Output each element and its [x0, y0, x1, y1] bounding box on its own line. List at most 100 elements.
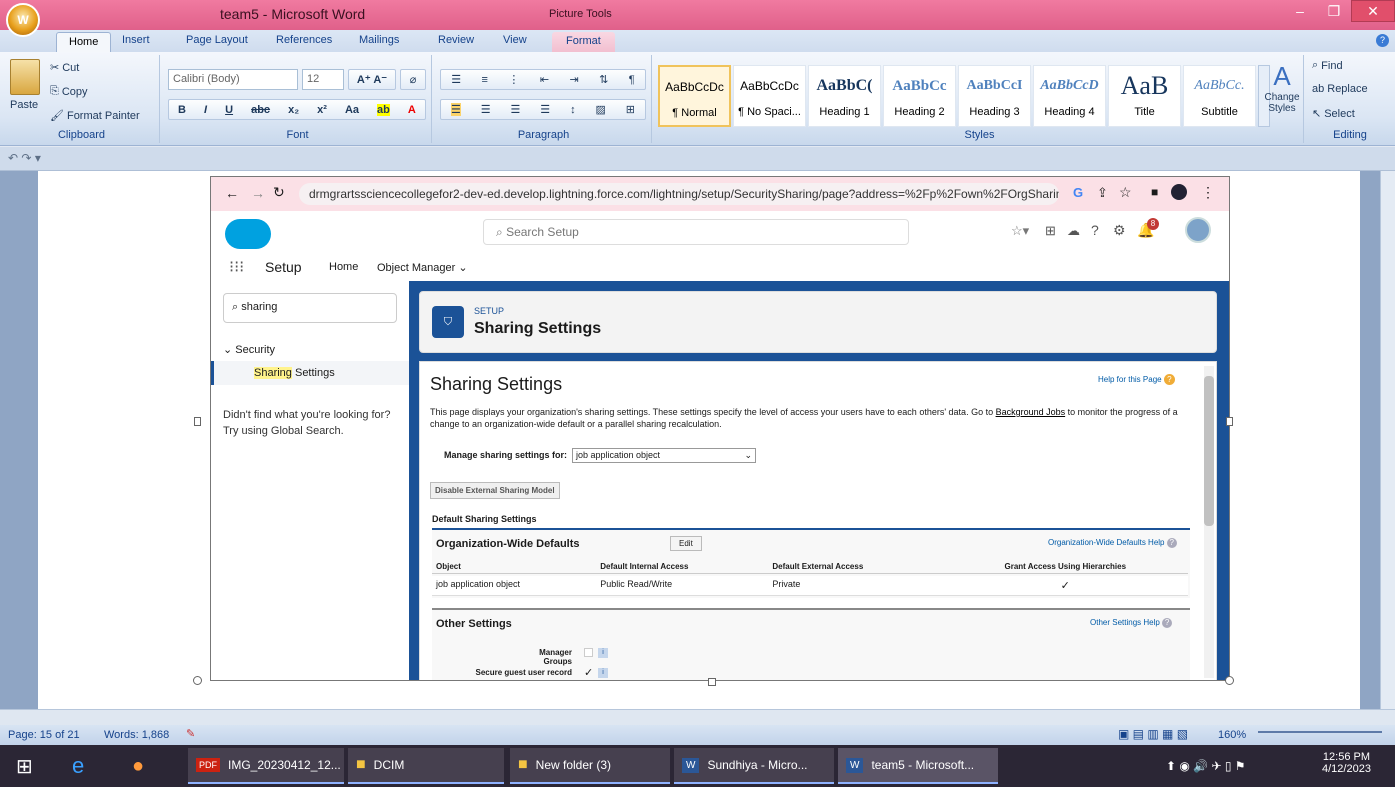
taskbar-item-new-folder[interactable]: ■ New folder (3)	[510, 748, 670, 784]
resize-handle[interactable]	[194, 417, 201, 426]
close-icon[interactable]: ✕	[1351, 0, 1395, 22]
redo-icon[interactable]: ↷	[21, 151, 31, 165]
avatar[interactable]	[1185, 217, 1211, 243]
font-format-toolbar[interactable]: B I Uabc x₂ x² Aa ab A	[168, 99, 426, 120]
strikethrough-icon[interactable]: abc	[251, 104, 270, 116]
align-right-icon[interactable]: ☰	[511, 103, 521, 116]
paste-button[interactable]: Paste	[10, 99, 38, 111]
grow-shrink-font-icon[interactable]: A⁺ A⁻	[348, 69, 396, 90]
style-heading-1[interactable]: AaBbC(Heading 1	[808, 65, 881, 127]
highlight-icon[interactable]: ab	[377, 103, 390, 116]
other-help-link[interactable]: Other Settings Help ?	[1090, 618, 1173, 628]
nav-object-manager[interactable]: Object Manager ⌄	[377, 261, 468, 274]
style-heading-4[interactable]: AaBbCcD Heading 4	[1033, 65, 1106, 127]
underline-icon[interactable]: U	[225, 104, 233, 116]
font-size-box[interactable]: 12	[302, 69, 344, 90]
help-question-icon[interactable]: ?	[1091, 222, 1099, 238]
tray-icons[interactable]: ⬆ ◉ 🔊 ✈ ▯ ⚑	[1158, 748, 1254, 784]
restore-icon[interactable]: ❐	[1317, 0, 1351, 22]
sort-icon[interactable]: ⇅	[599, 73, 608, 86]
multilevel-icon[interactable]: ⋮	[508, 73, 519, 86]
copy-button[interactable]: ⎘ Copy	[50, 85, 88, 98]
clear-format-icon[interactable]: ⌀	[400, 69, 426, 90]
add-icon[interactable]: ⊞	[1045, 223, 1056, 239]
italic-icon[interactable]: I	[204, 104, 207, 116]
change-case-icon[interactable]: Aa	[345, 104, 359, 116]
favorites-icon[interactable]: ☆▾	[1011, 223, 1029, 239]
proofing-icon[interactable]: ✎	[186, 727, 195, 740]
align-left-icon[interactable]: ☰	[450, 103, 461, 116]
pilcrow-icon[interactable]: ¶	[629, 74, 635, 86]
borders-icon[interactable]: ⊞	[626, 103, 635, 116]
clock[interactable]: 12:56 PM 4/12/2023	[1322, 751, 1371, 775]
setup-search-input[interactable]: ⌕ Search Setup	[483, 219, 909, 245]
content-scrollbar[interactable]	[1204, 366, 1214, 678]
style-normal[interactable]: AaBbCcDc ¶ Normal	[658, 65, 731, 127]
tab-review[interactable]: Review	[438, 34, 474, 46]
list-toolbar[interactable]: ☰ ≡ ⋮ ⇤ ⇥ ⇅ ¶	[440, 69, 646, 90]
owd-help-link[interactable]: Organization-Wide Defaults Help ?	[1048, 538, 1177, 548]
trailhead-icon[interactable]: ☁	[1067, 223, 1080, 239]
zoom-slider[interactable]	[1258, 731, 1382, 733]
style-no-spacing[interactable]: AaBbCcDc ¶ No Spaci...	[733, 65, 806, 127]
profile-icon[interactable]	[1171, 184, 1187, 200]
view-buttons[interactable]: ▣ ▤ ▥ ▦ ▧	[1118, 727, 1188, 741]
taskbar-item-team5[interactable]: Wteam5 - Microsoft...	[838, 748, 998, 784]
tree-security[interactable]: ⌄ Security	[223, 343, 275, 356]
justify-icon[interactable]: ☰	[540, 103, 550, 116]
forward-icon[interactable]: →	[251, 185, 265, 201]
resize-handle[interactable]	[1226, 417, 1233, 426]
salesforce-logo[interactable]	[225, 219, 271, 249]
undo-icon[interactable]: ↶	[8, 151, 18, 165]
menu-icon[interactable]: ⋮	[1201, 184, 1215, 201]
tab-format[interactable]: Format	[552, 32, 615, 52]
manager-groups-checkbox[interactable]	[584, 648, 593, 657]
reload-icon[interactable]: ↻	[273, 184, 285, 201]
indent-icon[interactable]: ⇤	[540, 73, 549, 86]
back-icon[interactable]: ←	[225, 185, 239, 201]
quick-find-input[interactable]: ⌕ sharing	[223, 293, 397, 323]
superscript-icon[interactable]: x²	[317, 104, 327, 116]
address-bar[interactable]: drmgrartssciencecollegefor2-dev-ed.devel…	[299, 183, 1059, 205]
edit-button[interactable]: Edit	[670, 536, 702, 551]
subscript-icon[interactable]: x₂	[288, 104, 299, 116]
embedded-screenshot[interactable]: ← → ↻ drmgrartssciencecollegefor2-dev-ed…	[210, 176, 1230, 681]
tab-view[interactable]: View	[503, 34, 527, 46]
ie-icon[interactable]: e	[64, 748, 92, 784]
word-count[interactable]: Words: 1,868	[104, 729, 169, 741]
bullets-icon[interactable]: ☰	[451, 73, 461, 86]
font-name-box[interactable]: Calibri (Body)	[168, 69, 298, 90]
background-jobs-link[interactable]: Background Jobs	[996, 407, 1066, 417]
share-icon[interactable]: ⇪	[1097, 185, 1108, 201]
bookmark-star-icon[interactable]: ☆	[1119, 184, 1132, 201]
firefox-icon[interactable]: ●	[124, 748, 152, 784]
paste-icon[interactable]	[10, 59, 40, 95]
find-button[interactable]: ⌕ Find	[1312, 59, 1343, 72]
taskbar-item-dcim[interactable]: ■ DCIM	[348, 748, 504, 784]
resize-handle[interactable]	[708, 678, 716, 686]
disable-external-sharing-button[interactable]: Disable External Sharing Model	[430, 482, 560, 499]
gear-icon[interactable]: ⚙	[1113, 222, 1126, 239]
shading-icon[interactable]: ▨	[595, 103, 605, 116]
tab-insert[interactable]: Insert	[122, 34, 150, 46]
tab-mailings[interactable]: Mailings	[359, 34, 399, 46]
select-button[interactable]: ↖ Select	[1312, 107, 1355, 121]
tab-search-icon[interactable]: ■	[1151, 185, 1158, 199]
vertical-scrollbar[interactable]	[1380, 171, 1395, 709]
style-title[interactable]: AaB Title	[1108, 65, 1181, 127]
help-page-link[interactable]: Help for this Page ?	[1098, 374, 1175, 385]
taskbar-item-sundhiya[interactable]: W Sundhiya - Micro...	[674, 748, 834, 784]
style-heading-2[interactable]: AaBbCc Heading 2	[883, 65, 956, 127]
format-painter-button[interactable]: 🖌 Format Painter	[50, 109, 140, 123]
font-color-icon[interactable]: A	[408, 104, 416, 116]
align-center-icon[interactable]: ☰	[481, 103, 491, 116]
replace-button[interactable]: ab Replace	[1312, 83, 1368, 95]
page-count[interactable]: Page: 15 of 21	[8, 729, 80, 741]
scroll-thumb[interactable]	[1204, 376, 1214, 526]
help-icon[interactable]: ?	[1376, 34, 1389, 47]
manage-select[interactable]: job application object ⌄	[572, 448, 756, 463]
tab-home[interactable]: Home	[56, 32, 112, 53]
start-icon[interactable]: ⊞	[8, 748, 41, 784]
google-icon[interactable]: G	[1073, 185, 1083, 200]
taskbar-item-pdf[interactable]: PDF IMG_20230412_12...	[188, 748, 344, 784]
